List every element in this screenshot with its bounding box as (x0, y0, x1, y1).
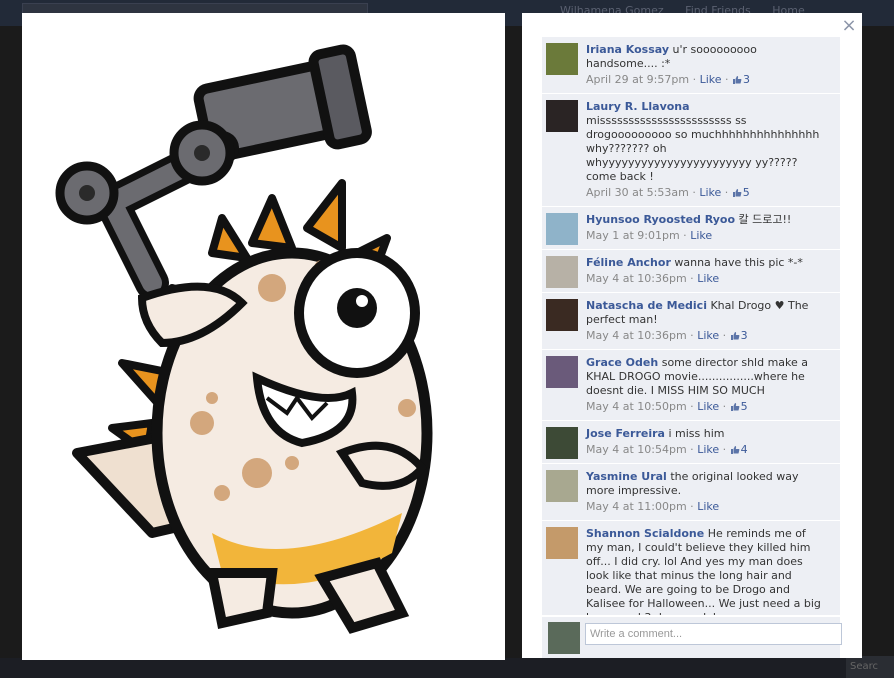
thumbs-up-icon (730, 332, 740, 340)
separator: · (686, 443, 698, 456)
comment-time: April 29 at 9:57pm (586, 73, 690, 86)
comment-meta: May 1 at 9:01pm · Like (586, 229, 822, 243)
like-link[interactable]: Like (690, 229, 712, 242)
comment-time: May 4 at 10:36pm (586, 272, 687, 285)
close-icon[interactable]: × (839, 16, 859, 36)
comment-author-link[interactable]: Laury R. Llavona (586, 100, 690, 113)
comment-meta: April 30 at 5:53am · Like · 5 (586, 186, 822, 200)
like-count[interactable]: · 5 (721, 186, 750, 199)
comment-author-link[interactable]: Hyunsoo Ryoosted Ryoo (586, 213, 735, 226)
separator: · (686, 500, 698, 513)
background-chat-bar (0, 658, 894, 678)
like-count[interactable]: · 3 (722, 73, 751, 86)
like-count[interactable]: · 3 (719, 329, 748, 342)
list-item: Shannon Scialdone He reminds me of my ma… (542, 521, 840, 615)
comment-text: He reminds me of my man, I could't belie… (586, 527, 821, 615)
like-count-value: 4 (740, 443, 748, 456)
comment-time: May 1 at 9:01pm (586, 229, 680, 242)
like-link[interactable]: Like (699, 186, 721, 199)
comment-meta: May 4 at 10:36pm · Like · 3 (586, 329, 822, 343)
avatar[interactable] (546, 213, 578, 245)
like-count-value: 5 (740, 400, 748, 413)
avatar[interactable] (546, 256, 578, 288)
comment-meta: May 4 at 10:50pm · Like · 5 (586, 400, 822, 414)
avatar[interactable] (546, 427, 578, 459)
like-link[interactable]: Like (697, 272, 719, 285)
comment-text: i miss him (668, 427, 725, 440)
comment-meta: May 4 at 10:36pm · Like (586, 272, 822, 286)
like-count[interactable]: · 4 (719, 443, 748, 456)
avatar[interactable] (546, 356, 578, 388)
like-link[interactable]: Like (697, 329, 719, 342)
list-item: Hyunsoo Ryoosted Ryoo 칼 드로고!! May 1 at 9:… (542, 207, 840, 250)
list-item: Grace Odeh some director shld make a KHA… (542, 350, 840, 421)
like-count-value: 3 (743, 73, 751, 86)
list-item: Jose Ferreira i miss him May 4 at 10:54pm… (542, 421, 840, 464)
thumbs-up-icon (732, 189, 742, 197)
comment-author-link[interactable]: Yasmine Ural (586, 470, 667, 483)
background-chat-search: Searc (846, 656, 894, 678)
separator: · (686, 272, 698, 285)
comment-author-link[interactable]: Iriana Kossay (586, 43, 669, 56)
list-item: Iriana Kossay u'r sooooooooo handsome...… (542, 37, 840, 94)
comment-author-link[interactable]: Natascha de Medici (586, 299, 707, 312)
comment-time: April 30 at 5:53am (586, 186, 689, 199)
comment-time: May 4 at 10:54pm (586, 443, 687, 456)
comment-time: May 4 at 11:00pm (586, 500, 687, 513)
comment-meta: May 4 at 10:54pm · Like · 4 (586, 443, 822, 457)
like-link[interactable]: Like (697, 400, 719, 413)
comment-author-link[interactable]: Grace Odeh (586, 356, 658, 369)
like-count-value: 5 (742, 186, 750, 199)
comment-author-link[interactable]: Féline Anchor (586, 256, 671, 269)
separator: · (689, 73, 700, 86)
comment-input[interactable] (585, 623, 842, 645)
comment-time: May 4 at 10:50pm (586, 400, 687, 413)
comment-author-link[interactable]: Shannon Scialdone (586, 527, 704, 540)
thumbs-up-icon (730, 403, 740, 411)
comment-author-link[interactable]: Jose Ferreira (586, 427, 665, 440)
like-link[interactable]: Like (700, 73, 722, 86)
comment-text: wanna have this pic *-* (674, 256, 803, 269)
separator: · (686, 400, 698, 413)
avatar[interactable] (546, 43, 578, 75)
avatar[interactable] (546, 470, 578, 502)
like-count[interactable]: · 5 (719, 400, 748, 413)
separator: · (686, 329, 698, 342)
thumbs-up-icon (730, 446, 740, 454)
separator: · (679, 229, 691, 242)
separator: · (688, 186, 700, 199)
photo-viewer[interactable] (22, 13, 505, 660)
avatar[interactable] (546, 527, 578, 559)
list-item: Natascha de Medici Khal Drogo ♥ The perf… (542, 293, 840, 350)
comment-meta: April 29 at 9:57pm · Like · 3 (586, 73, 822, 87)
avatar (548, 622, 580, 654)
comment-text: misssssssssssssssssssssss ss drogooooooo… (586, 114, 820, 183)
avatar[interactable] (546, 100, 578, 132)
comment-meta: May 4 at 11:00pm · Like (586, 500, 822, 514)
comment-text: 칼 드로고!! (738, 213, 792, 226)
comment-time: May 4 at 10:36pm (586, 329, 687, 342)
thumbs-up-icon (733, 76, 742, 84)
list-item: Laury R. Llavona misssssssssssssssssssss… (542, 94, 840, 207)
avatar[interactable] (546, 299, 578, 331)
comment-list[interactable]: Iriana Kossay u'r sooooooooo handsome...… (542, 37, 840, 615)
like-count-value: 3 (740, 329, 748, 342)
list-item: Yasmine Ural the original looked way mor… (542, 464, 840, 521)
like-link[interactable]: Like (697, 500, 719, 513)
list-item: Féline Anchor wanna have this pic *-* May… (542, 250, 840, 293)
like-link[interactable]: Like (697, 443, 719, 456)
photo-image (55, 44, 433, 634)
